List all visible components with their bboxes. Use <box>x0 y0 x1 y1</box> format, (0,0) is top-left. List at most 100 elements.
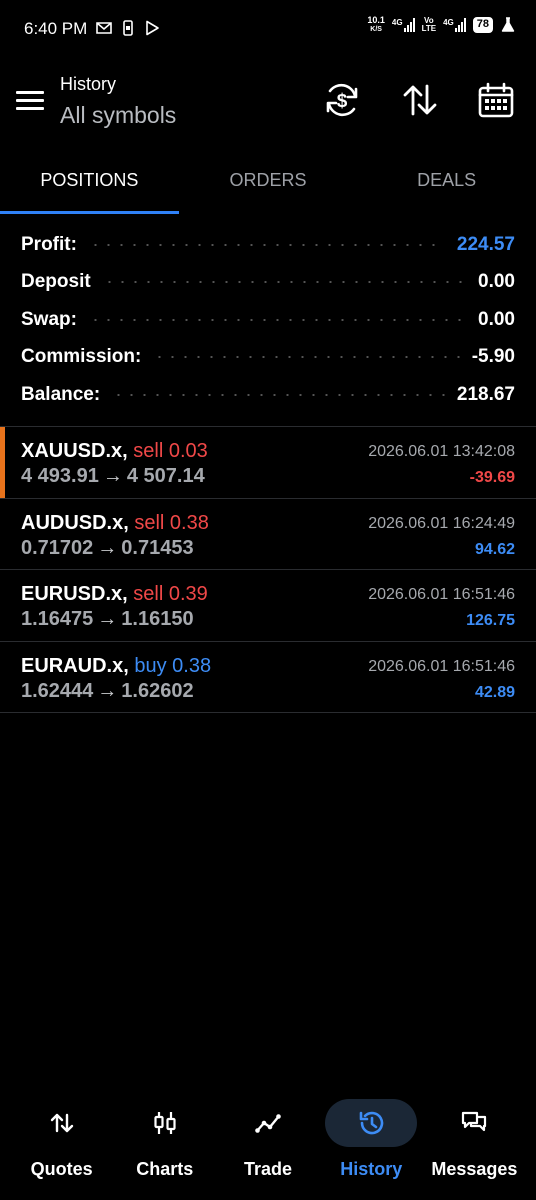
list-item[interactable]: XAUUSD.x, sell 0.03 4 493.91 → 4 507.14 20… <box>0 427 536 499</box>
selected-marker <box>0 427 5 498</box>
sim2-label: 4G <box>443 18 454 27</box>
trade-profit: 126.75 <box>466 612 515 629</box>
dotted-leader <box>88 318 467 321</box>
menu-bar <box>16 91 44 94</box>
symbol-name: EURAUD.x, <box>21 654 129 677</box>
open-price: 4 493.91 <box>21 465 99 487</box>
close-price: 1.16150 <box>121 608 194 630</box>
summary-value: 0.00 <box>478 308 515 330</box>
sort-button[interactable] <box>400 80 440 120</box>
trade-side: sell 0.03 <box>133 440 208 462</box>
dotted-leader <box>88 243 445 246</box>
close-price: 4 507.14 <box>126 465 205 487</box>
candlestick-icon <box>154 1112 176 1134</box>
dotted-leader <box>153 356 460 359</box>
trade-profit: 94.62 <box>474 540 515 558</box>
summary-label: Swap: <box>21 308 77 330</box>
arrow: → <box>97 608 118 630</box>
battery-icon: 78 <box>472 17 493 33</box>
nav-icon-container <box>325 1099 418 1147</box>
tab-positions[interactable]: POSITIONS <box>0 156 179 214</box>
summary-row-commission: Commission: -5.90 <box>0 339 536 377</box>
signal-sim1-icon: 4G <box>392 18 415 32</box>
phone-icon <box>123 20 133 36</box>
summary-label: Commission: <box>21 346 142 368</box>
list-item[interactable]: EURAUD.x, buy 0.38 1.62444 → 1.62602 2026.… <box>0 642 536 713</box>
summary-row-swap: Swap: 0.00 <box>0 301 536 339</box>
trade-time: 2026.06.01 13:42:08 <box>368 443 515 460</box>
sort-icon <box>403 84 437 116</box>
summary-row-balance: Balance: 218.67 <box>0 376 536 414</box>
dotted-leader <box>112 393 445 396</box>
sim1-label: 4G <box>391 18 403 27</box>
arrow: → <box>102 465 123 487</box>
play-store-icon <box>146 20 159 36</box>
currency-sync-button[interactable]: $ <box>322 80 362 120</box>
gmail-icon <box>96 22 112 34</box>
app-header: History All symbols $ <box>0 62 536 146</box>
messages-icon <box>462 1111 487 1132</box>
trade-time: 2026.06.01 16:51:46 <box>368 586 515 603</box>
list-item[interactable]: EURUSD.x, sell 0.39 1.16475 → 1.16150 2026… <box>0 570 536 642</box>
history-clock-icon <box>359 1111 384 1135</box>
open-price: 0.71702 <box>21 536 94 559</box>
volte-label: Vo LTE <box>421 16 437 33</box>
dotted-leader <box>102 281 467 284</box>
trade-line-icon <box>255 1114 281 1133</box>
notification-icons <box>96 20 160 36</box>
nav-label: Charts <box>136 1159 194 1179</box>
account-summary: Profit: 224.57 Deposit 0.00 Swap: 0.00 C… <box>0 226 536 414</box>
nav-trade[interactable]: Trade <box>216 1096 319 1200</box>
menu-button[interactable] <box>14 86 46 118</box>
status-indicators: 10.1 K/S 4G Vo LTE 4G 78 <box>367 16 516 34</box>
nav-label: Messages <box>431 1159 518 1179</box>
summary-label: Deposit <box>21 271 91 293</box>
symbol-name: AUDUSD.x, <box>21 511 129 534</box>
positions-list: XAUUSD.x, sell 0.03 4 493.91 → 4 507.14 20… <box>0 426 536 713</box>
symbol-name: XAUUSD.x, <box>21 440 128 462</box>
calendar-button[interactable] <box>476 80 516 120</box>
open-price: 1.62444 <box>21 679 94 702</box>
summary-label: Balance: <box>21 383 101 405</box>
bottom-navigation: Quotes Charts Trade History Messages <box>0 1096 536 1200</box>
history-tabs: POSITIONS ORDERS DEALS <box>0 156 536 214</box>
nav-messages[interactable]: Messages <box>423 1096 526 1200</box>
trade-time: 2026.06.01 16:51:46 <box>368 657 515 675</box>
nav-quotes[interactable]: Quotes <box>10 1096 113 1200</box>
nav-icon-container <box>428 1099 520 1147</box>
trade-side: sell 0.39 <box>133 583 208 605</box>
net-speed: 10.1 K/S <box>367 16 385 34</box>
net-speed-unit: K/S <box>370 26 382 33</box>
arrow: → <box>97 536 118 559</box>
svg-text:$: $ <box>337 91 348 112</box>
summary-value: 224.57 <box>456 233 515 255</box>
quotes-arrows-icon <box>50 1113 73 1133</box>
list-item[interactable]: AUDUSD.x, sell 0.38 0.71702 → 0.71453 2026… <box>0 499 536 570</box>
calendar-icon <box>478 82 514 118</box>
summary-value: 0.00 <box>478 271 515 293</box>
symbol-filter[interactable]: All symbols <box>60 102 176 129</box>
status-time: 6:40 PM <box>24 19 88 38</box>
nav-icon-container <box>222 1099 314 1147</box>
summary-row-profit: Profit: 224.57 <box>0 226 536 264</box>
signal-sim2-icon: 4G <box>443 18 466 32</box>
summary-value: -5.90 <box>471 346 515 368</box>
tab-orders[interactable]: ORDERS <box>179 156 358 214</box>
menu-bar <box>16 99 44 102</box>
nav-charts[interactable]: Charts <box>113 1096 216 1200</box>
arrow: → <box>97 679 118 702</box>
nav-icon-container <box>119 1099 211 1147</box>
tab-deals[interactable]: DEALS <box>357 156 536 214</box>
volte-icon: Vo LTE <box>422 17 437 33</box>
symbol-name: EURUSD.x, <box>21 583 128 605</box>
nav-history[interactable]: History <box>320 1096 423 1200</box>
trade-side: buy 0.38 <box>134 654 212 677</box>
menu-bar <box>16 107 44 110</box>
currency-sync-icon: $ <box>326 83 358 117</box>
nav-label: Quotes <box>30 1159 93 1179</box>
page-title: History <box>60 74 117 94</box>
trade-time: 2026.06.01 16:24:49 <box>368 514 515 532</box>
flask-icon <box>501 17 515 32</box>
summary-row-deposit: Deposit 0.00 <box>0 264 536 302</box>
close-price: 0.71453 <box>121 536 194 559</box>
